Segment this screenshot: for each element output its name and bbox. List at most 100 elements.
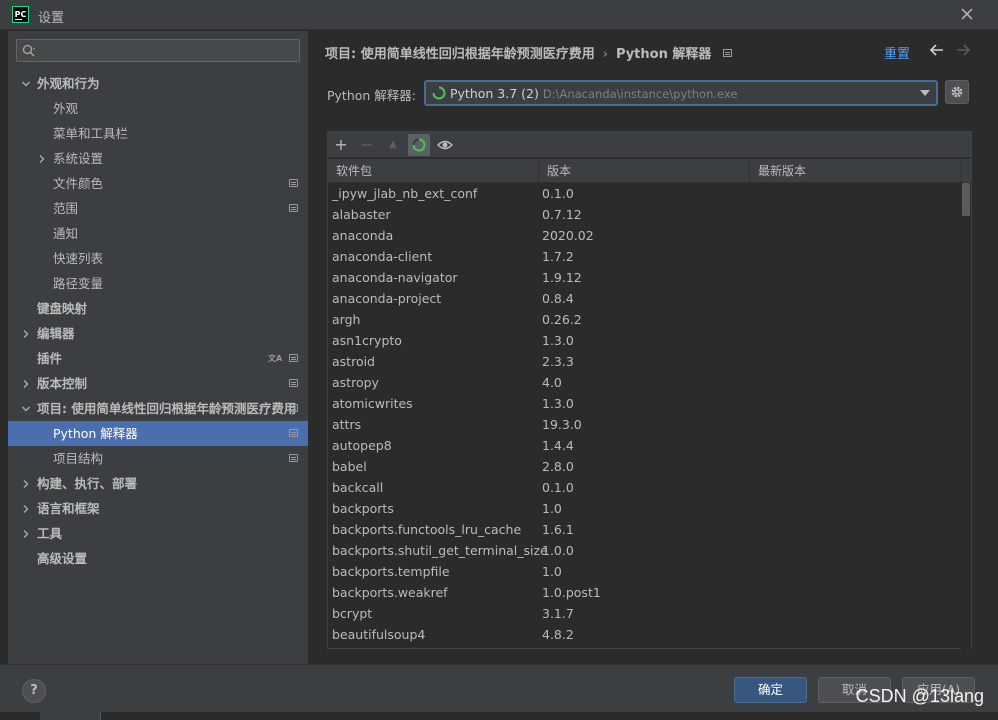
sidebar-item[interactable]: 工具 (8, 521, 308, 546)
column-header-version[interactable]: 版本 (539, 159, 750, 183)
add-package-button[interactable]: + (330, 134, 352, 156)
table-row[interactable]: anaconda-project 0.8.4 (328, 288, 960, 309)
chevron-down-icon[interactable] (21, 404, 31, 414)
gear-button[interactable] (945, 80, 969, 104)
interpreter-select[interactable]: Python 3.7 (2) D:\Anacanda\instance\pytho… (424, 80, 938, 106)
table-row[interactable]: backports.weakref 1.0.post1 (328, 582, 960, 603)
back-arrow-icon[interactable] (929, 43, 945, 60)
sidebar-item[interactable]: 版本控制 (8, 371, 308, 396)
chevron-right-icon[interactable] (21, 479, 31, 489)
reset-link[interactable]: 重置 (884, 43, 910, 62)
chevron-down-icon (920, 90, 930, 96)
sidebar-item-label: 构建、执行、部署 (37, 476, 138, 491)
eye-icon (437, 140, 453, 150)
sidebar-item[interactable]: 快速列表 (8, 246, 308, 271)
breadcrumb-project[interactable]: 项目: 使用简单线性回归根据年龄预测医疗费用 (325, 47, 595, 62)
package-name-cell: backports.shutil_get_terminal_size (332, 543, 548, 558)
help-button[interactable]: ? (22, 679, 46, 703)
table-row[interactable]: attrs 19.3.0 (328, 414, 960, 435)
chevron-right-icon[interactable] (37, 154, 47, 164)
sidebar-item[interactable]: 路径变量 (8, 271, 308, 296)
sidebar-item[interactable]: 语言和框架 (8, 496, 308, 521)
package-version-cell: 1.0 (542, 501, 562, 516)
package-version-cell: 0.7.12 (542, 207, 582, 222)
table-row[interactable]: backports 1.0 (328, 498, 960, 519)
sidebar-item[interactable]: 构建、执行、部署 (8, 471, 308, 496)
package-version-cell: 1.0 (542, 564, 562, 579)
upgrade-package-button[interactable]: ▲ (382, 134, 404, 156)
column-header-package[interactable]: 软件包 (328, 159, 539, 183)
sidebar-item[interactable]: 插件 文A (8, 346, 308, 371)
sidebar-item[interactable]: 高级设置 (8, 546, 308, 571)
chevron-right-icon[interactable] (21, 379, 31, 389)
forward-arrow-icon[interactable] (955, 43, 971, 60)
package-name-cell: backcall (332, 480, 384, 495)
table-row[interactable]: babel 2.8.0 (328, 456, 960, 477)
sidebar-item[interactable]: 菜单和工具栏 (8, 121, 308, 146)
column-header-latest[interactable]: 最新版本 (750, 159, 962, 183)
sidebar-item[interactable]: 外观 (8, 96, 308, 121)
pycharm-logo-icon: PC (12, 6, 29, 23)
table-row[interactable]: astroid 2.3.3 (328, 351, 960, 372)
table-row[interactable]: asn1crypto 1.3.0 (328, 330, 960, 351)
package-version-cell: 0.8.4 (542, 291, 574, 306)
close-icon[interactable] (958, 5, 976, 23)
ok-button[interactable]: 确定 (734, 677, 807, 703)
table-row[interactable]: beautifulsoup4 4.8.2 (328, 624, 960, 645)
chevron-down-icon[interactable] (21, 79, 31, 89)
table-row[interactable]: anaconda 2020.02 (328, 225, 960, 246)
search-icon (22, 44, 35, 57)
sidebar-item[interactable]: Python 解释器 (8, 421, 308, 446)
show-early-releases-button[interactable] (434, 134, 456, 156)
chevron-right-icon[interactable] (21, 504, 31, 514)
table-row[interactable]: alabaster 0.7.12 (328, 204, 960, 225)
breadcrumb: 项目: 使用简单线性回归根据年龄预测医疗费用 › Python 解释器 (325, 43, 733, 62)
package-version-cell: 1.3.0 (542, 333, 574, 348)
table-row[interactable]: backcall 0.1.0 (328, 477, 960, 498)
search-input[interactable] (16, 39, 300, 62)
package-version-cell: 0.1.0 (542, 480, 574, 495)
sidebar-item[interactable]: 项目结构 (8, 446, 308, 471)
project-scope-icon (289, 204, 298, 212)
chevron-right-icon[interactable] (21, 529, 31, 539)
sidebar-item[interactable]: 外观和行为 (8, 71, 308, 96)
table-row[interactable]: _ipyw_jlab_nb_ext_conf 0.1.0 (328, 183, 960, 204)
sidebar-item[interactable]: 系统设置 (8, 146, 308, 171)
table-row[interactable]: atomicwrites 1.3.0 (328, 393, 960, 414)
table-row[interactable]: bcrypt 3.1.7 (328, 603, 960, 624)
table-row[interactable]: backports.tempfile 1.0 (328, 561, 960, 582)
package-version-cell: 1.7.2 (542, 249, 574, 264)
package-name-cell: bcrypt (332, 606, 373, 621)
table-row[interactable]: astropy 4.0 (328, 372, 960, 393)
sidebar-item[interactable]: 项目: 使用简单线性回归根据年龄预测医疗费用 (8, 396, 308, 421)
table-row[interactable] (328, 645, 960, 649)
breadcrumb-page: Python 解释器 (615, 47, 712, 62)
title-bar: PC 设置 (0, 0, 998, 30)
table-row[interactable]: anaconda-navigator 1.9.12 (328, 267, 960, 288)
refresh-button[interactable] (408, 134, 430, 156)
gear-icon (951, 86, 963, 98)
remove-package-button[interactable]: − (356, 134, 378, 156)
table-row[interactable]: autopep8 1.4.4 (328, 435, 960, 456)
package-name-cell: backports.tempfile (332, 564, 450, 579)
packages-scrollbar[interactable] (961, 183, 971, 649)
scrollbar-thumb[interactable] (962, 183, 970, 216)
package-name-cell: backports (332, 501, 394, 516)
sidebar-item[interactable]: 文件颜色 (8, 171, 308, 196)
table-row[interactable]: backports.functools_lru_cache 1.6.1 (328, 519, 960, 540)
loading-spinner-icon (412, 138, 426, 152)
sidebar-item[interactable]: 编辑器 (8, 321, 308, 346)
sidebar-item-label: 高级设置 (37, 551, 88, 566)
table-row[interactable]: anaconda-client 1.7.2 (328, 246, 960, 267)
chevron-right-icon[interactable] (21, 329, 31, 339)
sidebar-item[interactable]: 通知 (8, 221, 308, 246)
sidebar-item-label: 版本控制 (37, 376, 88, 391)
table-row[interactable]: backports.shutil_get_terminal_size 1.0.0 (328, 540, 960, 561)
package-name-cell: babel (332, 459, 367, 474)
package-version-cell: 1.4.4 (542, 438, 574, 453)
sidebar-item[interactable]: 键盘映射 (8, 296, 308, 321)
breadcrumb-separator: › (602, 47, 608, 62)
table-row[interactable]: argh 0.26.2 (328, 309, 960, 330)
sidebar-item[interactable]: 范围 (8, 196, 308, 221)
package-name-cell: argh (332, 312, 361, 327)
